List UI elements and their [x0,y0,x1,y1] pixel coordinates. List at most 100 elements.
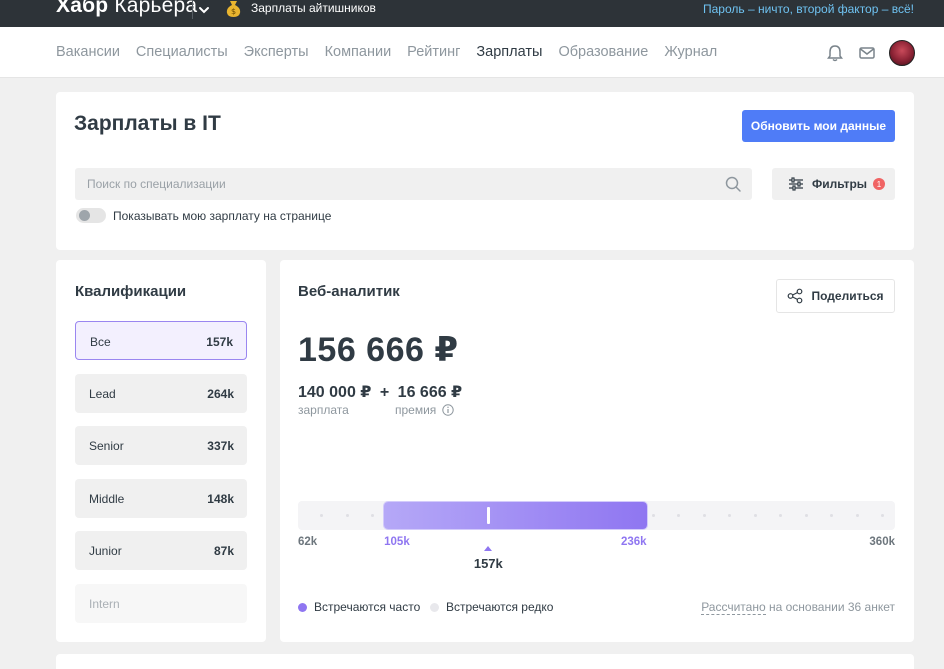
bonus-amount: 16 666 ₽ [397,384,463,401]
calculation-link[interactable]: Рассчитано [701,600,766,615]
median-arrow-icon [484,546,493,551]
salary-caption: зарплата [298,403,349,417]
nav-item[interactable]: Рейтинг [407,44,460,60]
legend-rare-label: Встречаются редко [446,600,554,614]
nav-item[interactable]: Эксперты [244,44,309,60]
toggle-knob [79,210,90,221]
logo-text-thin: Карьера [114,0,198,17]
median-marker [486,507,490,524]
top-bar: Хабр Карьера $ Зарплаты айтишников Парол… [0,0,944,27]
bonus-caption: премия [395,403,437,417]
logo-text-bold: Хабр [56,0,109,17]
legend-rare-dot [430,602,439,612]
track-dot [702,514,706,517]
range-min-label: 62k [298,536,318,548]
salary-detail-card: Веб-аналитик Поделиться 156 666 ₽ 140 00… [280,260,914,642]
track-dot [371,514,374,517]
money-bag-icon: $ [225,0,242,18]
qualification-value: 87k [213,544,234,558]
track-dot [345,514,349,517]
track-dot [753,514,757,517]
search-box [75,168,752,200]
bell-icon[interactable] [826,44,844,62]
logo-divider [192,0,193,19]
nav-item[interactable]: Образование [558,44,648,60]
salary-search-card: Зарплаты в IT Обновить мои данные Фильтр… [56,92,914,250]
share-icon [787,288,803,304]
salary-breakdown: 140 000 ₽ + 16 666 ₽ [298,382,462,402]
track-dot [677,514,680,517]
svg-text:$: $ [231,7,236,16]
track-dot [855,514,859,517]
base-salary: 140 000 ₽ [298,384,372,401]
search-icon[interactable] [724,175,742,193]
bonus-caption-wrap: премия [395,403,454,417]
salary-range-bar [384,502,647,529]
qualification-item[interactable]: Junior 87k [75,531,247,570]
update-data-button[interactable]: Обновить мои данные [742,110,895,142]
share-button[interactable]: Поделиться [776,279,895,313]
track-dot [320,514,323,517]
track-dot [779,514,782,517]
qualification-item[interactable]: Все 157k [75,321,247,360]
legend-frequent: Встречаются часто [298,600,420,614]
salary-range-track [298,501,895,530]
sliders-icon [788,176,804,192]
share-label: Поделиться [811,289,884,303]
nav-item[interactable]: Журнал [664,44,717,60]
plus-sign: + [379,384,390,401]
nav-item[interactable]: Компании [325,44,392,60]
salary-section-link[interactable]: Зарплаты айтишников [251,1,376,15]
track-dot [651,514,655,517]
logo[interactable]: Хабр Карьера [56,0,197,18]
legend-frequent-dot [298,602,307,612]
show-salary-toggle[interactable] [76,208,106,223]
track-dot [830,514,833,517]
median-label: 157k [473,556,503,571]
qualification-item[interactable]: Lead 264k [75,373,247,413]
page-title: Зарплаты в IT [74,112,221,135]
search-input[interactable] [75,168,715,200]
range-low-label: 105k [384,536,410,548]
track-dot [881,514,884,517]
nav-item[interactable]: Зарплаты [476,44,542,60]
nav-item[interactable]: Вакансии [56,44,120,60]
avatar[interactable] [889,40,915,66]
qualification-value: 148k [207,491,234,506]
qualifications-title: Квалификации [75,283,187,300]
info-icon[interactable] [441,404,454,416]
qualifications-card: Квалификации Все 157k Lead 264k Senior 337k Mi… [56,260,266,642]
legend-frequent-label: Встречаются часто [314,600,421,614]
nav-items: Вакансии Специалисты Эксперты Компании Рейти… [56,44,733,60]
calculation-note-text: на основании 36 анкет [765,600,895,614]
mail-icon[interactable] [858,44,876,62]
nav-item[interactable]: Специалисты [136,44,228,60]
qualification-item[interactable]: Senior 337k [75,426,247,465]
track-dot [804,514,808,517]
legend-rare: Встречаются редко [430,600,553,614]
qualification-value: 264k [207,386,234,401]
track-dot [728,514,731,517]
qualification-value: 157k [206,335,233,349]
range-high-label: 236k [620,536,647,548]
qualification-label: Middle [89,491,125,506]
qualification-item[interactable]: Middle 148k [75,478,247,518]
qualification-value: 337k [207,439,234,453]
main-nav: Вакансии Специалисты Эксперты Компании Рейти… [0,27,944,78]
specialization-title: Веб-аналитик [298,283,400,300]
filters-button[interactable]: Фильтры 1 [772,168,895,200]
qualification-item[interactable]: Intern [75,583,247,623]
promo-link[interactable]: Пароль – ничто, второй фактор – всё! [703,2,914,16]
filters-count-badge: 1 [873,178,886,190]
next-card [56,654,914,669]
qualification-label: Intern [89,596,120,611]
total-salary: 156 666 ₽ [298,331,459,369]
calculation-note: Рассчитано на основании 36 анкет [701,600,895,615]
qualification-label: Senior [89,439,124,453]
qualification-label: Junior [89,544,122,558]
range-max-label: 360k [869,536,895,548]
chevron-down-icon[interactable] [194,1,214,19]
filters-label: Фильтры [812,177,868,191]
qualification-label: Lead [89,386,116,401]
show-salary-label: Показывать мою зарплату на странице [113,209,332,223]
